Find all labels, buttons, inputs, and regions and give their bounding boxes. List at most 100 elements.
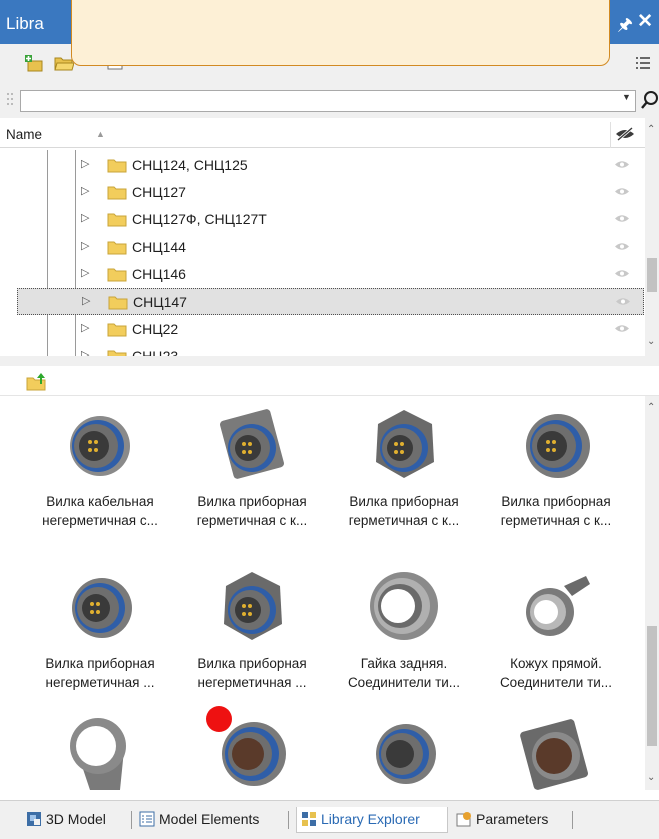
- item-caption-line2: Соединители ти...: [347, 675, 461, 690]
- up-folder-icon[interactable]: [26, 372, 48, 392]
- folder-icon: [108, 296, 128, 310]
- connector-thumbnail: [376, 724, 436, 784]
- gallery-item[interactable]: Вилка кабельная негерметичная с...: [24, 396, 176, 536]
- grip-icon: [7, 93, 13, 105]
- folder-icon: [107, 268, 127, 282]
- scrollbar-thumb[interactable]: [647, 258, 657, 292]
- sort-ascending-icon: ▲: [96, 129, 105, 139]
- close-icon[interactable]: ✕: [637, 10, 653, 33]
- expand-arrow-icon[interactable]: ▷: [81, 184, 89, 197]
- expand-arrow-icon[interactable]: ▷: [81, 348, 89, 356]
- panel-splitter[interactable]: [0, 356, 659, 366]
- expand-arrow-icon[interactable]: ▷: [81, 239, 89, 252]
- view-options-icon[interactable]: [634, 54, 654, 72]
- scroll-down-icon[interactable]: ⌄: [647, 336, 655, 347]
- tree-header: Name ▲: [0, 122, 659, 148]
- window-title: Libra: [6, 14, 44, 33]
- tree-row-label: СНЦ146: [132, 266, 186, 282]
- tab-separator: [131, 811, 132, 829]
- gallery-item[interactable]: Гайка задняя. Соединители ти...: [328, 558, 480, 698]
- gallery-item[interactable]: [328, 702, 480, 790]
- folder-icon: [107, 241, 127, 255]
- scrollbar-thumb[interactable]: [647, 626, 657, 746]
- model-elements-icon: [139, 811, 155, 827]
- eye-icon[interactable]: [615, 296, 631, 307]
- expand-arrow-icon[interactable]: ▷: [81, 321, 89, 334]
- library-tree: ▷ СНЦ124, СНЦ125 ▷ СНЦ127 ▷ СНЦ127Ф, СНЦ…: [0, 150, 645, 356]
- tab-label: Library Explorer: [321, 811, 420, 827]
- tab-3d-model[interactable]: 3D Model: [26, 807, 124, 833]
- connector-thumbnail: [220, 409, 284, 479]
- tree-scrollbar[interactable]: ⌃ ⌄: [645, 118, 659, 356]
- folder-icon: [107, 159, 127, 173]
- tree-row-label: СНЦ127Ф, СНЦ127Т: [132, 211, 267, 227]
- tree-row-label: СНЦ144: [132, 239, 186, 255]
- tab-parameters[interactable]: Parameters: [456, 807, 568, 833]
- 3d-model-icon: [27, 812, 41, 826]
- connector-thumbnail: [526, 576, 590, 636]
- tree-row[interactable]: ▷ СНЦ144: [0, 234, 645, 261]
- item-caption-line1: Вилка кабельная: [46, 494, 154, 509]
- scroll-up-icon[interactable]: ⌃: [647, 124, 655, 135]
- gallery-item[interactable]: Вилка приборная негерметичная ...: [24, 558, 176, 698]
- expand-arrow-icon[interactable]: ▷: [81, 266, 89, 279]
- gallery-item[interactable]: Вилка приборная герметичная с к...: [480, 396, 632, 536]
- pin-icon[interactable]: 🖈: [617, 12, 633, 41]
- tab-model-elements[interactable]: Model Elements: [139, 807, 283, 833]
- gallery-item[interactable]: Вилка приборная герметичная с к...: [176, 396, 328, 536]
- connector-thumbnail: [520, 719, 588, 790]
- item-caption-line2: Соединители ти...: [499, 675, 613, 690]
- gallery-item[interactable]: Кожух прямой. Соединители ти...: [480, 558, 632, 698]
- gallery-item[interactable]: Вилка приборная негерметичная ...: [176, 558, 328, 698]
- panel-tabs: 3D Model Model Elements Library Explorer…: [0, 800, 659, 839]
- tree-row-label: СНЦ147: [133, 294, 187, 310]
- folder-icon: [107, 186, 127, 200]
- connector-thumbnail: [72, 578, 132, 638]
- search-icon[interactable]: [640, 89, 659, 111]
- tree-row[interactable]: ▷ СНЦ127: [0, 179, 645, 206]
- connector-thumbnail: [526, 414, 590, 478]
- eye-icon[interactable]: [614, 323, 630, 334]
- item-caption-line1: Вилка приборная: [349, 494, 459, 509]
- search-row: ▼: [0, 82, 659, 118]
- tree-row-label: СНЦ23: [132, 348, 179, 356]
- marker-dot: [206, 706, 232, 732]
- gallery-item[interactable]: [176, 702, 328, 790]
- tab-separator: [572, 811, 573, 829]
- eye-icon[interactable]: [614, 186, 630, 197]
- tree-row-label: СНЦ124, СНЦ125: [132, 157, 248, 173]
- eye-icon[interactable]: [614, 159, 630, 170]
- tab-label: 3D Model: [46, 811, 106, 827]
- eye-icon[interactable]: [614, 241, 630, 252]
- tree-row[interactable]: ▷ СНЦ124, СНЦ125: [0, 152, 645, 179]
- scroll-up-icon[interactable]: ⌃: [647, 402, 655, 413]
- gallery-item[interactable]: [480, 702, 632, 790]
- expand-arrow-icon[interactable]: ▷: [82, 294, 90, 307]
- tree-row[interactable]: ▷ СНЦ23: [0, 343, 645, 356]
- tree-row-selected[interactable]: ▷ СНЦ147: [17, 288, 644, 315]
- eye-icon[interactable]: [614, 268, 630, 279]
- scroll-down-icon[interactable]: ⌄: [647, 772, 655, 783]
- gallery-scrollbar[interactable]: ⌃ ⌄: [645, 396, 659, 790]
- search-input[interactable]: [20, 90, 636, 112]
- visibility-toggle-icon[interactable]: [614, 126, 636, 142]
- expand-arrow-icon[interactable]: ▷: [81, 157, 89, 170]
- item-caption-line2: герметичная с к...: [196, 513, 308, 528]
- eye-icon[interactable]: [614, 213, 630, 224]
- add-library-icon[interactable]: [24, 54, 44, 72]
- gallery-item[interactable]: [24, 702, 176, 790]
- tree-row[interactable]: ▷ СНЦ22: [0, 316, 645, 343]
- gallery-item[interactable]: Вилка приборная герметичная с к...: [328, 396, 480, 536]
- column-header-name[interactable]: Name: [6, 127, 42, 142]
- tab-label: Model Elements: [159, 811, 260, 827]
- tree-row[interactable]: ▷ СНЦ146: [0, 261, 645, 288]
- item-caption-line2: негерметичная ...: [45, 675, 155, 690]
- gallery-toolbar: [0, 366, 659, 396]
- search-dropdown-icon[interactable]: ▼: [622, 92, 631, 102]
- tree-row[interactable]: ▷ СНЦ127Ф, СНЦ127Т: [0, 206, 645, 233]
- expand-arrow-icon[interactable]: ▷: [81, 211, 89, 224]
- connector-thumbnail: [370, 572, 438, 640]
- tab-library-explorer[interactable]: Library Explorer: [296, 807, 448, 833]
- component-gallery: Вилка кабельная негерметичная с... Вилка …: [0, 396, 645, 790]
- item-caption-line1: Вилка приборная: [197, 494, 307, 509]
